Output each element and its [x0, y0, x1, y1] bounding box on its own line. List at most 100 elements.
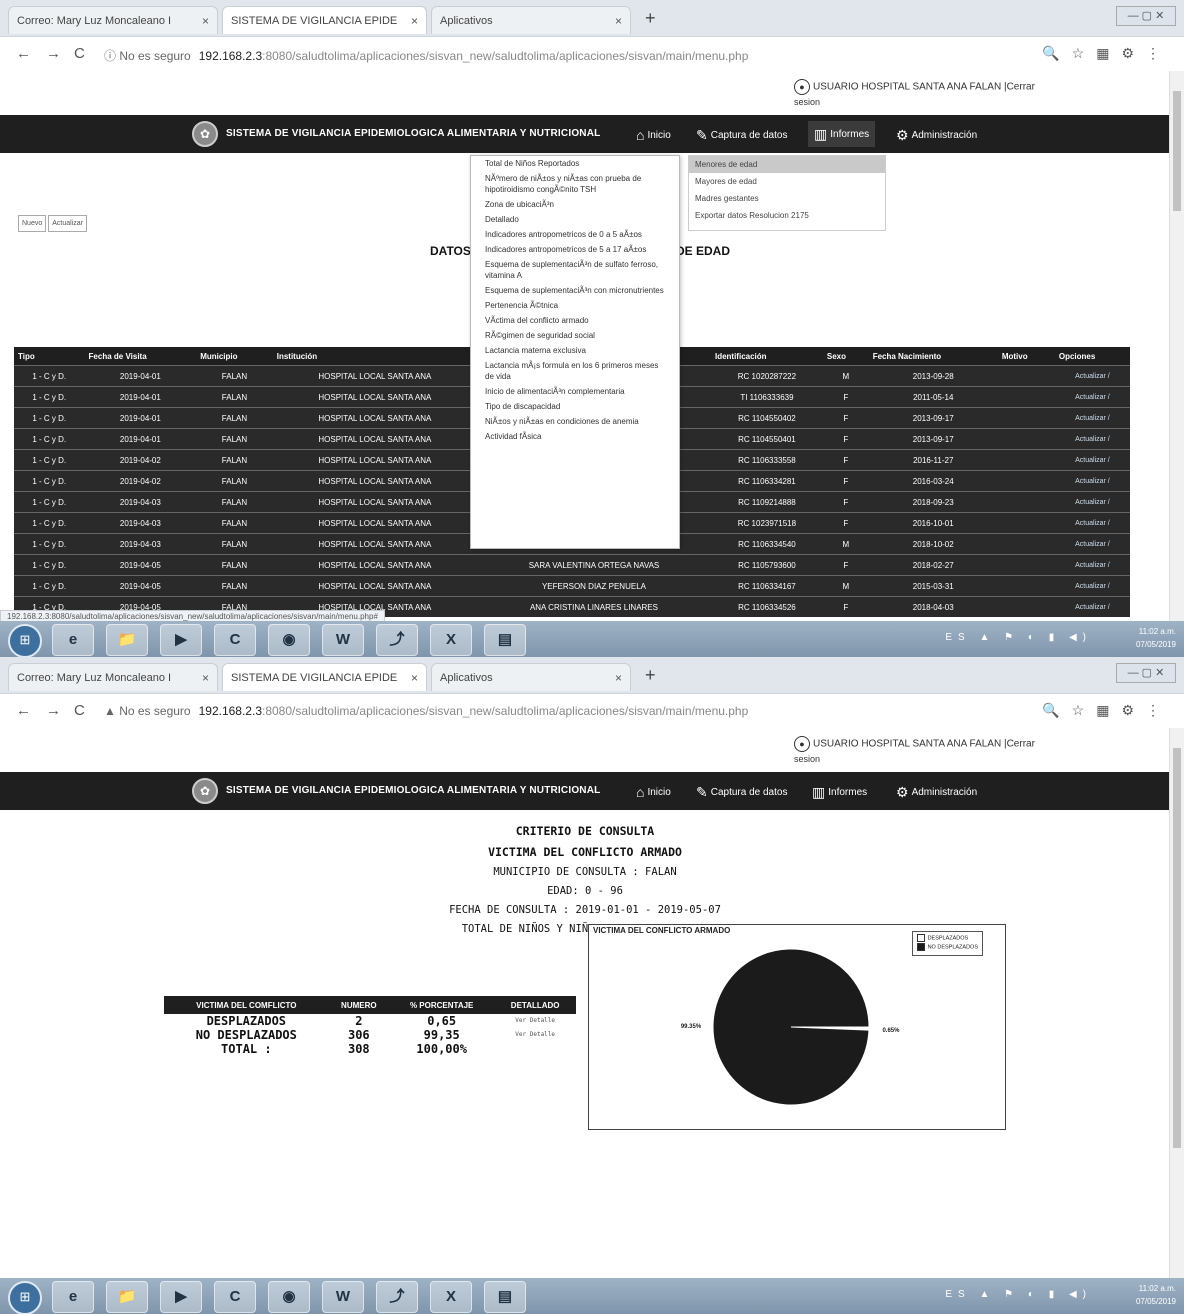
tab-correo[interactable]: Correo: Mary Luz Moncaleano I × [8, 6, 218, 34]
taskbar-app-icon[interactable]: ▤ [484, 1281, 526, 1313]
update-link[interactable]: Actualizar / [1054, 512, 1130, 534]
start-button[interactable]: ⊞ [8, 1281, 42, 1314]
informes-menu-item[interactable]: Pertenencia Ã©tnica [471, 298, 679, 313]
close-icon[interactable]: × [411, 7, 418, 34]
page-scrollbar[interactable] [1169, 728, 1184, 1278]
informes-menu-item[interactable]: NiÃ±os y niÃ±as en condiciones de anemia [471, 414, 679, 429]
column-header[interactable]: Institución [272, 347, 477, 366]
browser-tools[interactable]: 🔍☆▦⚙⋮ [1042, 702, 1172, 719]
update-button[interactable]: Actualizar [48, 215, 87, 232]
informes-menu-item[interactable]: Total de Niños Reportados [471, 156, 679, 171]
nav-captura[interactable]: ✎ Captura de datos [696, 784, 787, 801]
logout-link[interactable]: sesion [794, 97, 1035, 107]
url-field[interactable]: ⓘ No es seguro 192.168.2.3:8080/saludtoli… [104, 47, 748, 64]
update-link[interactable]: Actualizar / [1054, 491, 1130, 513]
start-button[interactable]: ⊞ [8, 624, 42, 657]
window-controls[interactable]: — ▢ ✕ [1116, 663, 1176, 683]
user-label[interactable]: USUARIO HOSPITAL SANTA ANA FALAN |Cerrar [813, 82, 1035, 93]
column-header[interactable]: Motivo [997, 347, 1055, 366]
taskbar-app-icon[interactable]: ◉ [268, 624, 310, 656]
nav-administracion[interactable]: ⚙ Administración [896, 127, 977, 144]
informes-menu-item[interactable]: Inicio de alimentaciÃ³n complementaria [471, 384, 679, 399]
security-indicator[interactable]: ▲ No es seguro [104, 704, 191, 718]
close-icon[interactable]: × [202, 664, 209, 691]
informes-menu-item[interactable]: Lactancia mÃ¡s formula en los 6 primeros… [471, 358, 679, 384]
tab-aplicativos[interactable]: Aplicativos × [431, 663, 631, 691]
taskbar-app-icon[interactable]: W [322, 1281, 364, 1313]
new-tab-button[interactable]: + [645, 8, 656, 29]
update-link[interactable]: Actualizar / [1054, 470, 1130, 492]
detail-link[interactable]: Ver Detalle [494, 1014, 576, 1028]
tab-aplicativos[interactable]: Aplicativos × [431, 6, 631, 34]
taskbar-app-icon[interactable]: X [430, 1281, 472, 1313]
nav-administracion[interactable]: ⚙ Administración [896, 784, 977, 801]
column-header[interactable]: Fecha de Visita [84, 347, 197, 366]
clock-time[interactable]: 11:02 a.m. [1136, 1282, 1176, 1295]
security-indicator[interactable]: ⓘ No es seguro [104, 49, 191, 63]
tray-icons[interactable]: ES ▲ ⚑ ◐ ▮ ◀) [945, 631, 1092, 644]
close-icon[interactable]: × [615, 664, 622, 691]
tray-icons[interactable]: ES ▲ ⚑ ◐ ▮ ◀) [945, 1288, 1092, 1301]
column-header[interactable]: Tipo [14, 347, 85, 366]
scroll-thumb[interactable] [1173, 748, 1181, 1148]
informes-menu-item[interactable]: NÃºmero de niÃ±os y niÃ±as con prueba de… [471, 171, 679, 197]
informes-menu-item[interactable]: Esquema de suplementaciÃ³n de sulfato fe… [471, 257, 679, 283]
informes-menu-item[interactable]: VÃ­ctima del conflicto armado [471, 313, 679, 328]
category-menu-item[interactable]: Exportar datos Resolucion 2175 [689, 207, 885, 224]
forward-icon[interactable]: → [46, 45, 61, 62]
clock-date[interactable]: 07/05/2019 [1136, 638, 1176, 651]
update-link[interactable]: Actualizar / [1054, 365, 1130, 387]
reload-icon[interactable]: C [74, 702, 85, 719]
informes-menu-item[interactable]: Detallado [471, 212, 679, 227]
column-header[interactable]: Sexo [822, 347, 869, 366]
taskbar-app-icon[interactable]: ▶ [160, 624, 202, 656]
page-scrollbar[interactable] [1169, 71, 1184, 621]
back-icon[interactable]: ← [16, 45, 31, 62]
clock-date[interactable]: 07/05/2019 [1136, 1295, 1176, 1308]
taskbar-app-icon[interactable]: e [52, 1281, 94, 1313]
column-header[interactable]: Opciones [1054, 347, 1130, 366]
informes-menu-item[interactable]: Esquema de suplementaciÃ³n con micronutr… [471, 283, 679, 298]
category-menu-item[interactable]: Mayores de edad [689, 173, 885, 190]
update-link[interactable]: Actualizar / [1054, 386, 1130, 408]
taskbar-app-icon[interactable]: C [214, 624, 256, 656]
update-link[interactable]: Actualizar / [1054, 575, 1130, 597]
informes-menu-item[interactable]: Indicadores antropometricos de 5 a 17 aÃ… [471, 242, 679, 257]
window-controls[interactable]: — ▢ ✕ [1116, 6, 1176, 26]
informes-menu-item[interactable]: Lactancia materna exclusiva [471, 343, 679, 358]
category-menu-item[interactable]: Madres gestantes [689, 190, 885, 207]
clock-time[interactable]: 11:02 a.m. [1136, 625, 1176, 638]
taskbar-app-icon[interactable]: ▤ [484, 624, 526, 656]
informes-menu-item[interactable]: RÃ©gimen de seguridad social [471, 328, 679, 343]
update-link[interactable]: Actualizar / [1054, 407, 1130, 429]
nav-inicio[interactable]: ⌂ Inicio [636, 127, 671, 143]
user-label[interactable]: USUARIO HOSPITAL SANTA ANA FALAN |Cerrar [813, 739, 1035, 750]
forward-icon[interactable]: → [46, 702, 61, 719]
tab-sistema[interactable]: SISTEMA DE VIGILANCIA EPIDE × [222, 663, 427, 691]
informes-menu-item[interactable]: Actividad fÃ­sica [471, 429, 679, 444]
browser-tools[interactable]: 🔍☆▦⚙⋮ [1042, 45, 1172, 62]
back-icon[interactable]: ← [16, 702, 31, 719]
informes-menu-item[interactable]: Tipo de discapacidad [471, 399, 679, 414]
informes-menu-item[interactable]: Indicadores antropometricos de 0 a 5 aÃ±… [471, 227, 679, 242]
tab-sistema[interactable]: SISTEMA DE VIGILANCIA EPIDE × [222, 6, 427, 34]
informes-menu-item[interactable]: Zona de ubicaciÃ³n [471, 197, 679, 212]
taskbar-app-icon[interactable]: W [322, 624, 364, 656]
update-link[interactable]: Actualizar / [1054, 428, 1130, 450]
taskbar-app-icon[interactable]: X [430, 624, 472, 656]
taskbar-app-icon[interactable]: ⤴ [376, 624, 418, 656]
url-field[interactable]: ▲ No es seguro 192.168.2.3:8080/saludtoli… [104, 704, 748, 718]
close-icon[interactable]: × [202, 7, 209, 34]
update-link[interactable]: Actualizar / [1054, 554, 1130, 576]
column-header[interactable]: Municipio [196, 347, 273, 366]
taskbar-app-icon[interactable]: e [52, 624, 94, 656]
column-header[interactable]: Fecha Nacimiento [868, 347, 998, 366]
update-link[interactable]: Actualizar / [1054, 449, 1130, 471]
taskbar-app-icon[interactable]: 📁 [106, 1281, 148, 1313]
tab-correo[interactable]: Correo: Mary Luz Moncaleano I × [8, 663, 218, 691]
detail-link[interactable]: Ver Detalle [494, 1028, 576, 1042]
new-tab-button[interactable]: + [645, 665, 656, 686]
close-icon[interactable]: × [615, 7, 622, 34]
logout-link[interactable]: sesion [794, 754, 1035, 764]
nav-informes[interactable]: ▥ Informes [808, 121, 876, 147]
